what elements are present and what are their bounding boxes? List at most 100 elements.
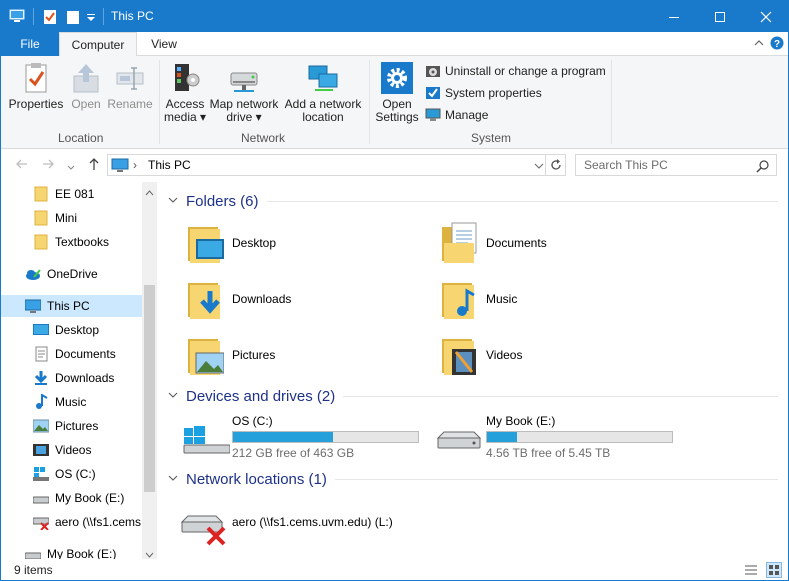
properties-label: Properties (8, 97, 64, 111)
uninstall-program-button[interactable]: Uninstall or change a program (425, 62, 606, 80)
search-icon[interactable] (756, 159, 770, 176)
tab-view[interactable]: View (139, 32, 189, 56)
nav-item-videos[interactable]: Videos (33, 439, 91, 461)
nav-item-ee081[interactable]: EE 081 (33, 183, 94, 205)
svg-text:?: ? (774, 39, 780, 50)
open-settings-button[interactable]: Open Settings (373, 62, 421, 124)
drive-label: My Book (E:) (486, 414, 556, 428)
network-drive-icon (228, 62, 260, 94)
folder-icon (33, 210, 49, 226)
title-bar: This PC (1, 1, 788, 32)
new-folder-icon[interactable] (65, 9, 81, 24)
properties-button[interactable]: Properties (5, 62, 67, 111)
nav-item-pictures[interactable]: Pictures (32, 415, 98, 437)
manage-button[interactable]: Manage (425, 106, 488, 124)
music-folder-icon (440, 277, 478, 321)
item-count: 9 items (14, 563, 53, 577)
access-media-button[interactable]: Access media ▾ (163, 62, 207, 124)
nav-item-onedrive[interactable]: OneDrive (25, 263, 98, 285)
drive-free-space: 212 GB free of 463 GB (232, 446, 355, 460)
properties-icon (20, 62, 52, 94)
nav-item-music[interactable]: Music (33, 391, 86, 413)
nav-item-mybook-2[interactable]: My Book (E:) (24, 543, 116, 559)
nav-item-documents[interactable]: Documents (33, 343, 116, 365)
downloads-icon (33, 370, 49, 386)
network-group-label: Network (241, 131, 286, 145)
system-properties-button[interactable]: System properties (425, 84, 542, 102)
tab-computer[interactable]: Computer (59, 32, 137, 57)
windows-drive-icon (33, 466, 49, 482)
properties-check-icon[interactable] (42, 9, 58, 24)
nav-item-this-pc[interactable]: This PC (24, 295, 90, 317)
onedrive-icon (25, 266, 41, 282)
content-pane: Folders (6) Desktop Documents Downloads … (158, 182, 788, 559)
documents-icon (33, 346, 49, 362)
address-bar[interactable]: › This PC (107, 154, 566, 176)
open-icon (70, 62, 102, 94)
rename-icon (114, 62, 146, 94)
drive-usage-bar (232, 431, 419, 443)
large-icons-view-icon[interactable] (766, 562, 782, 578)
system-properties-icon (425, 85, 441, 101)
drive-usage-fill (233, 432, 333, 442)
disconnected-drive-icon (180, 512, 230, 548)
collapse-chevron-icon[interactable] (168, 474, 178, 485)
folder-downloads[interactable]: Downloads (186, 274, 291, 324)
drive-os-c[interactable]: OS (C:) 212 GB free of 463 GB (182, 414, 419, 460)
nav-item-textbooks[interactable]: Textbooks (33, 231, 109, 253)
collapse-chevron-icon[interactable] (168, 196, 178, 207)
nav-item-mybook[interactable]: My Book (E:) (32, 487, 124, 509)
scroll-up-icon[interactable] (145, 185, 154, 199)
add-network-location-label: Add a network location (284, 97, 362, 124)
help-icon[interactable]: ? (770, 36, 784, 53)
details-view-icon[interactable] (744, 563, 758, 580)
window-title: This PC (111, 9, 154, 23)
nav-item-desktop[interactable]: Desktop (33, 319, 99, 341)
add-network-location-button[interactable]: Add a network location (282, 62, 364, 124)
folder-desktop[interactable]: Desktop (186, 218, 276, 268)
recent-dropdown-icon[interactable] (67, 159, 75, 175)
computer-icon[interactable] (9, 9, 25, 24)
nav-item-mini[interactable]: Mini (33, 207, 77, 229)
expand-ribbon-icon[interactable] (753, 37, 765, 52)
breadcrumb-separator-icon[interactable]: › (133, 158, 137, 172)
up-arrow-icon[interactable] (87, 157, 101, 174)
ribbon-tab-row: File Computer View ? (1, 32, 788, 57)
breadcrumb[interactable]: This PC (148, 158, 191, 172)
search-placeholder: Search This PC (584, 158, 668, 172)
drive-free-space: 4.56 TB free of 5.45 TB (486, 446, 611, 460)
nav-item-os-drive[interactable]: OS (C:) (33, 463, 96, 485)
nav-item-downloads[interactable]: Downloads (33, 367, 114, 389)
folders-section-header[interactable]: Folders (6) (168, 193, 778, 210)
back-arrow-icon[interactable] (15, 157, 29, 174)
drive-mybook-e[interactable]: My Book (E:) 4.56 TB free of 5.45 TB (434, 414, 673, 460)
tab-file[interactable]: File (1, 32, 59, 56)
customize-dropdown-icon[interactable] (86, 9, 102, 24)
minimize-button[interactable] (651, 1, 697, 32)
address-dropdown-icon[interactable] (534, 160, 544, 174)
open-button[interactable]: Open (67, 62, 105, 111)
rename-button[interactable]: Rename (105, 62, 155, 111)
scrollbar-thumb[interactable] (144, 285, 155, 492)
nav-item-aero-drive[interactable]: aero (\\fs1.cems.uvm.edu) (L:) (32, 511, 157, 533)
maximize-button[interactable] (697, 1, 743, 32)
collapse-chevron-icon[interactable] (168, 391, 178, 402)
nav-scrollbar[interactable] (142, 182, 157, 559)
navigation-pane: EE 081 Mini Textbooks OneDrive This PC D… (1, 182, 157, 559)
close-button[interactable] (743, 1, 788, 32)
disconnected-drive-icon (32, 514, 50, 531)
forward-arrow-icon[interactable] (41, 157, 55, 174)
desktop-folder-icon (186, 221, 224, 265)
folder-videos[interactable]: Videos (440, 330, 522, 380)
search-input[interactable]: Search This PC (575, 154, 777, 176)
drives-section-header[interactable]: Devices and drives (2) (168, 388, 778, 405)
folder-music[interactable]: Music (440, 274, 517, 324)
folder-documents[interactable]: Documents (440, 218, 547, 268)
network-section-header[interactable]: Network locations (1) (168, 471, 778, 488)
map-network-drive-button[interactable]: Map network drive ▾ (207, 62, 281, 124)
folder-pictures[interactable]: Pictures (186, 330, 275, 380)
refresh-icon[interactable] (545, 155, 565, 175)
drive-icon (24, 546, 42, 559)
folder-icon (33, 234, 49, 250)
network-drive-aero[interactable]: aero (\\fs1.cems.uvm.edu) (L:) (180, 512, 393, 548)
